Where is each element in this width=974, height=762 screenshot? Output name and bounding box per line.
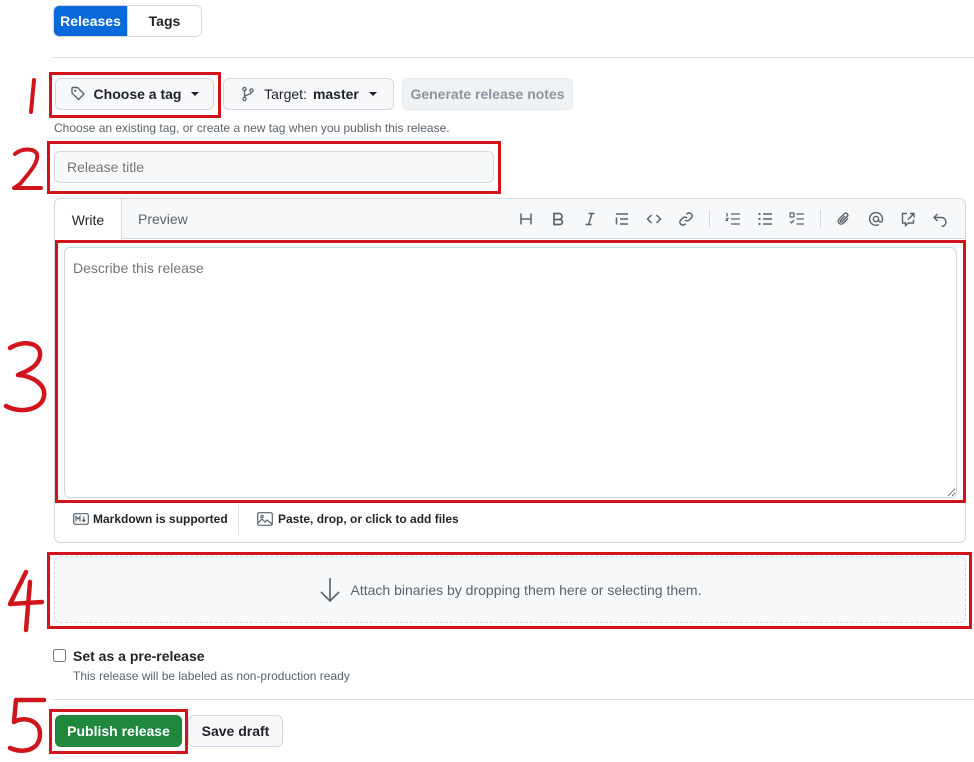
- chevron-down-icon: [368, 92, 377, 96]
- markdown-icon: [73, 513, 89, 525]
- binaries-dropzone[interactable]: Attach binaries by dropping them here or…: [54, 556, 966, 623]
- publish-release-button[interactable]: Publish release: [55, 715, 182, 747]
- divider-top: [53, 57, 974, 58]
- save-draft-button[interactable]: Save draft: [188, 715, 283, 747]
- annotation-number-5: [7, 697, 47, 753]
- target-label: Target:: [264, 86, 307, 102]
- image-icon: [257, 512, 273, 526]
- annotation-number-2: [12, 147, 43, 190]
- choose-tag-label: Choose a tag: [93, 86, 182, 102]
- italic-icon[interactable]: [581, 210, 599, 228]
- code-icon[interactable]: [645, 210, 663, 228]
- bold-icon[interactable]: [549, 210, 567, 228]
- prerelease-label[interactable]: Set as a pre-release: [73, 648, 205, 664]
- footer-divider: [238, 505, 239, 535]
- markdown-toolbar: [517, 210, 949, 228]
- tag-hint: Choose an existing tag, or create a new …: [54, 121, 450, 135]
- chevron-down-icon: [191, 92, 200, 96]
- tab-releases[interactable]: Releases: [54, 6, 127, 36]
- toolbar-divider: [820, 210, 821, 228]
- annotation-number-4: [7, 569, 44, 633]
- generate-release-notes-button[interactable]: Generate release notes: [402, 78, 573, 110]
- annotation-number-1: [29, 78, 36, 114]
- link-icon[interactable]: [677, 210, 695, 228]
- target-branch-button[interactable]: Target: master: [223, 78, 394, 110]
- branch-icon: [240, 86, 256, 102]
- annotation-number-3: [3, 341, 47, 413]
- add-files-button[interactable]: Paste, drop, or click to add files: [257, 512, 459, 526]
- ordered-list-icon[interactable]: [724, 210, 742, 228]
- reference-icon[interactable]: [899, 210, 917, 228]
- quote-icon[interactable]: [613, 210, 631, 228]
- release-title-input[interactable]: [54, 151, 494, 183]
- mention-icon[interactable]: [867, 210, 885, 228]
- divider-bottom: [53, 699, 974, 700]
- attach-icon[interactable]: [835, 210, 853, 228]
- choose-tag-button[interactable]: Choose a tag: [55, 78, 214, 110]
- binaries-label: Attach binaries by dropping them here or…: [350, 581, 702, 598]
- description-editor: Write Preview Markdown is supported Past…: [54, 198, 966, 543]
- target-branch-name: master: [312, 86, 359, 102]
- task-list-icon[interactable]: [788, 210, 806, 228]
- unordered-list-icon[interactable]: [756, 210, 774, 228]
- markdown-supported-label: Markdown is supported: [93, 512, 228, 526]
- toolbar-divider: [709, 210, 710, 228]
- heading-icon[interactable]: [517, 210, 535, 228]
- tab-preview[interactable]: Preview: [138, 211, 188, 227]
- tab-write[interactable]: Write: [55, 199, 122, 240]
- prerelease-checkbox[interactable]: [53, 649, 66, 662]
- release-tabs: Releases Tags: [53, 5, 202, 37]
- markdown-supported-link[interactable]: Markdown is supported: [73, 512, 228, 526]
- undo-icon[interactable]: [931, 210, 949, 228]
- tab-tags[interactable]: Tags: [127, 6, 201, 36]
- tag-icon: [70, 86, 86, 102]
- description-textarea[interactable]: [64, 247, 957, 498]
- arrow-down-icon: [319, 577, 341, 603]
- add-files-label: Paste, drop, or click to add files: [278, 512, 459, 526]
- prerelease-hint: This release will be labeled as non-prod…: [73, 669, 350, 683]
